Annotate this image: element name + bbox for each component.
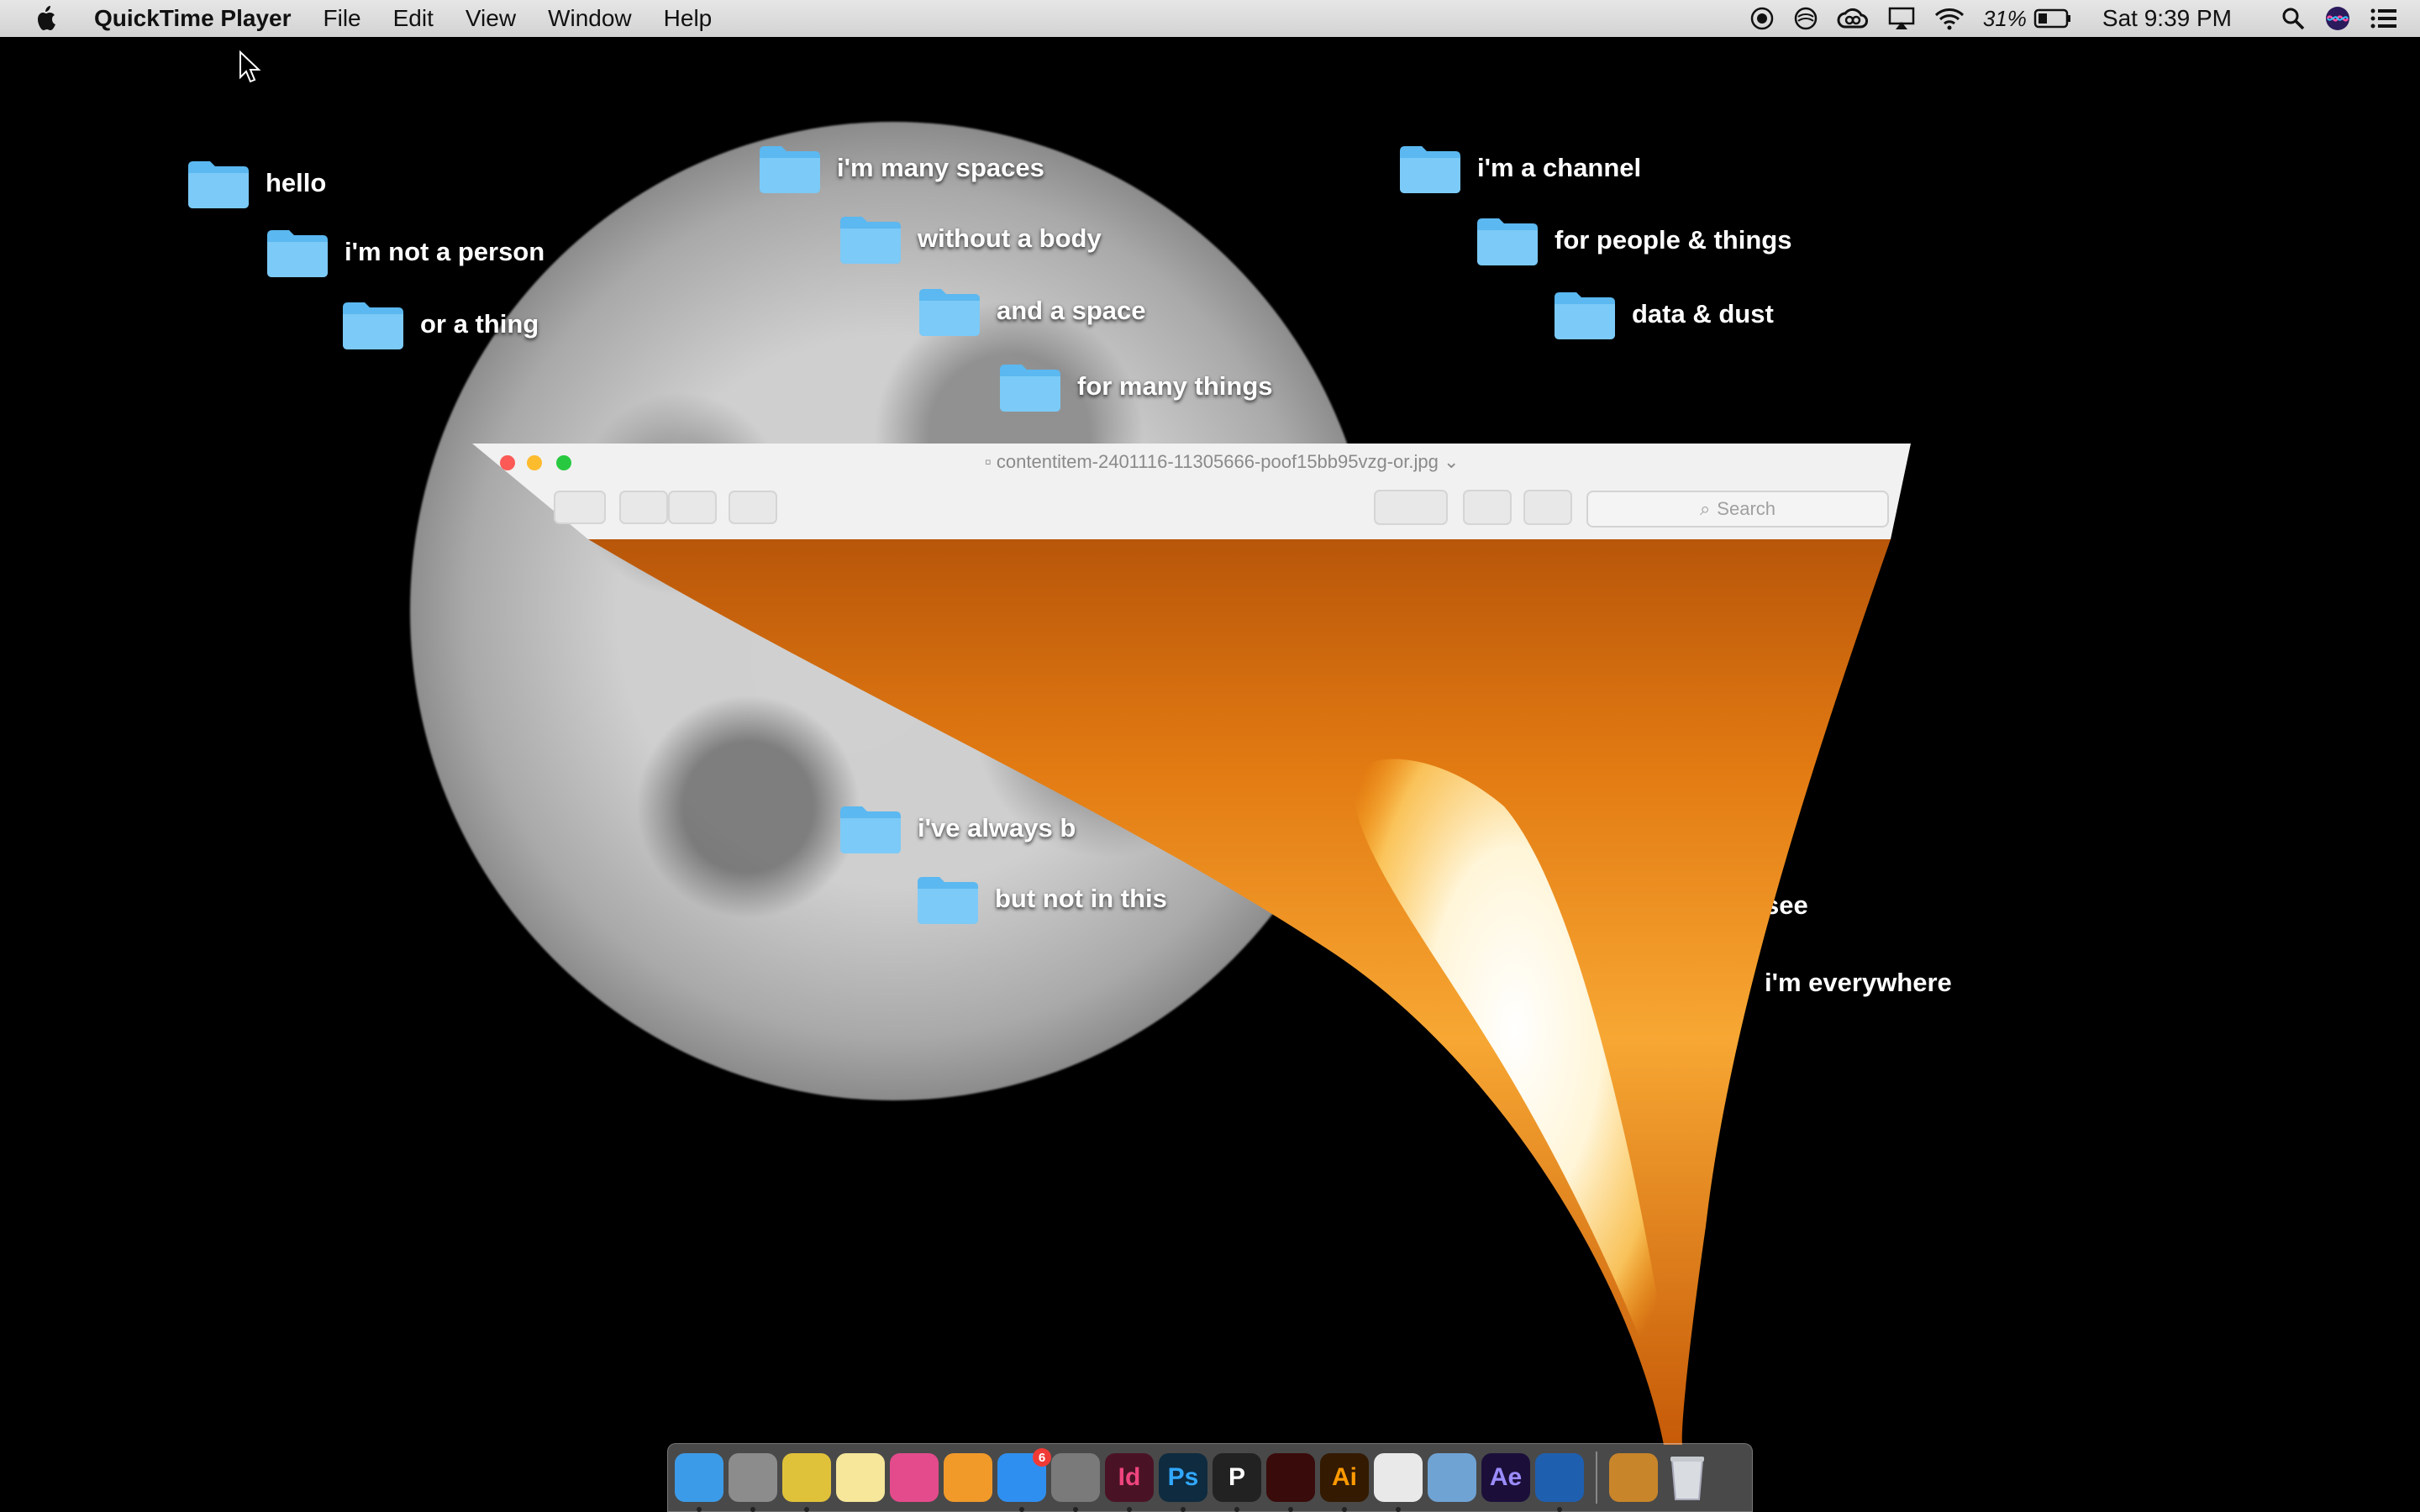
menu-clock[interactable]: Sat 9:39 PM [2102, 5, 2232, 32]
document-icon[interactable] [1374, 1453, 1423, 1512]
search-field[interactable]: ⌕ Search [1586, 491, 1889, 528]
battery-icon[interactable] [2033, 8, 2072, 29]
indesign-icon[interactable]: Id [1105, 1453, 1154, 1512]
running-indicator [1181, 1507, 1186, 1512]
menu-help[interactable]: Help [664, 5, 713, 32]
running-indicator [1396, 1507, 1401, 1512]
notification-badge: 6 [1033, 1448, 1051, 1467]
rocket-icon[interactable] [729, 1453, 777, 1512]
menu-view[interactable]: View [466, 5, 516, 32]
menu-window[interactable]: Window [548, 5, 632, 32]
minimize-button[interactable] [527, 455, 542, 470]
airplay-icon[interactable] [1887, 6, 1916, 31]
app-store-icon[interactable]: 6 [997, 1448, 1051, 1512]
running-indicator [1234, 1507, 1239, 1512]
running-indicator [750, 1507, 755, 1512]
siri-icon[interactable] [2324, 5, 2351, 32]
acrobat-icon[interactable] [1266, 1453, 1315, 1512]
running-indicator [804, 1507, 809, 1512]
search-icon: ⌕ [1699, 498, 1711, 519]
quicktime-icon[interactable] [1535, 1453, 1584, 1512]
rotate-button[interactable] [1463, 490, 1512, 525]
running-indicator [697, 1507, 702, 1512]
after-effects-icon[interactable]: Ae [1481, 1453, 1530, 1502]
preview-window-title: ▫ contentitem-2401116-11305666-poof15bb9… [985, 451, 1459, 473]
screen-record-icon[interactable] [1749, 6, 1775, 31]
running-indicator [1288, 1507, 1293, 1512]
search-placeholder: Search [1717, 498, 1776, 519]
dock-app-label: P [1228, 1463, 1245, 1491]
spotlight-search-icon[interactable] [2281, 6, 2306, 31]
gear-icon[interactable] [1051, 1453, 1100, 1512]
close-button[interactable] [500, 455, 515, 470]
markup-pen-button[interactable] [1374, 490, 1448, 525]
markup-toolbar-button[interactable] [1523, 490, 1572, 525]
running-indicator [1342, 1507, 1347, 1512]
dock-app-label: Ae [1489, 1463, 1523, 1491]
illustrator-icon[interactable]: Ai [1320, 1453, 1369, 1512]
notification-center-icon[interactable] [2370, 7, 2398, 30]
status-area: 31% Sat 9:39 PM [1749, 0, 2420, 37]
zoom-in-button[interactable] [668, 491, 717, 524]
running-indicator [1127, 1507, 1132, 1512]
trash-icon[interactable] [1663, 1453, 1712, 1502]
preview-window-genie [472, 444, 1911, 1445]
photoshop-icon[interactable]: Ps [1159, 1453, 1207, 1512]
dock-app-label: Ai [1332, 1463, 1357, 1491]
sidebar-toggle-button[interactable] [554, 491, 606, 524]
photo-stack-icon[interactable] [1609, 1453, 1658, 1502]
preview-image [588, 539, 1891, 1445]
zoom-button[interactable] [556, 455, 571, 470]
zoom-out-button[interactable] [619, 491, 668, 524]
running-indicator [1557, 1507, 1562, 1512]
wifi-icon[interactable] [1934, 7, 1965, 30]
dock-app-label: Id [1118, 1463, 1141, 1491]
document-icon: ▫ [985, 451, 997, 472]
dock-app-label: Ps [1167, 1463, 1199, 1491]
music-icon[interactable] [890, 1453, 939, 1502]
menu-edit[interactable]: Edit [393, 5, 434, 32]
book-icon[interactable] [944, 1453, 992, 1502]
finder-icon[interactable] [675, 1453, 723, 1512]
share-button[interactable] [729, 491, 777, 524]
chrome-icon[interactable] [782, 1453, 831, 1512]
menu-bar: QuickTime Player File Edit View Window H… [0, 0, 2420, 37]
menu-file[interactable]: File [324, 5, 361, 32]
battery-percentage[interactable]: 31% [1983, 6, 2027, 32]
processing-icon[interactable]: P [1213, 1453, 1261, 1512]
apple-icon[interactable] [34, 4, 60, 33]
preview-icon[interactable] [1428, 1453, 1476, 1502]
menu-app-name[interactable]: QuickTime Player [94, 5, 292, 32]
dock: 6 Id Ps P Ai Ae [667, 1443, 1753, 1512]
creative-cloud-icon[interactable] [1837, 6, 1869, 31]
chevron-down-icon[interactable]: ⌄ [1439, 451, 1459, 472]
running-indicator [1073, 1507, 1078, 1512]
dock-separator [1596, 1452, 1597, 1504]
preview-filename: contentitem-2401116-11305666-poof15bb95v… [996, 451, 1439, 472]
running-indicator [1019, 1507, 1024, 1512]
sync-icon[interactable] [1793, 6, 1818, 31]
notes-icon[interactable] [836, 1453, 885, 1502]
